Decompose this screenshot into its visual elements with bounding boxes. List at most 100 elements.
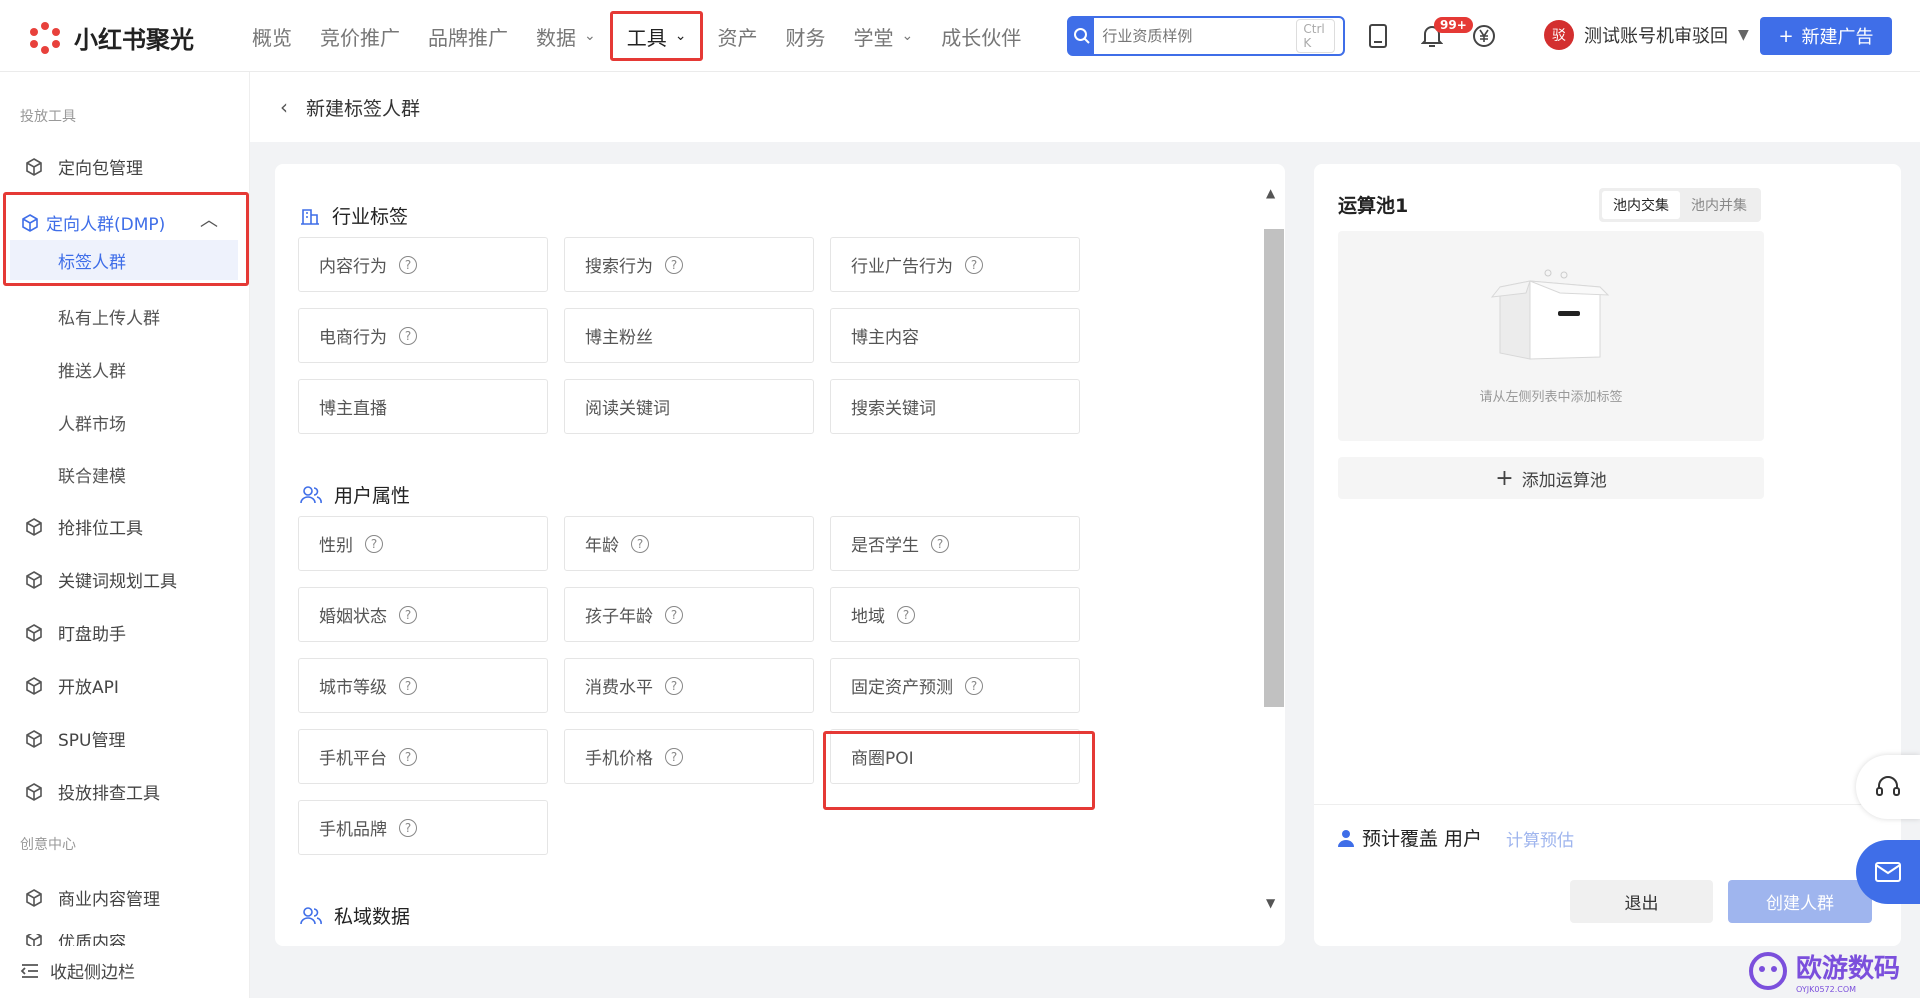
search-icon[interactable]: [1069, 18, 1095, 54]
tag-card-student[interactable]: 是否学生?: [830, 516, 1080, 571]
sidebar-item-push-audience[interactable]: 推送人群: [58, 357, 126, 382]
search-input[interactable]: [1094, 19, 1297, 53]
nav-data[interactable]: 数据 ⌄: [522, 11, 610, 61]
message-button[interactable]: [1856, 840, 1920, 904]
sidebar-item-troubleshoot[interactable]: 投放排查工具: [24, 779, 160, 804]
tag-card-city-tier[interactable]: 城市等级?: [298, 658, 548, 713]
sidebar-item-tag-audience[interactable]: 标签人群: [10, 240, 238, 280]
tag-label: 手机品牌: [319, 820, 387, 840]
tab-union[interactable]: 池内并集: [1680, 191, 1758, 219]
yuan-icon[interactable]: [1470, 22, 1498, 50]
tag-card-age[interactable]: 年龄?: [564, 516, 814, 571]
nav-finance[interactable]: 财务: [771, 11, 839, 61]
help-icon[interactable]: ?: [399, 326, 417, 345]
tag-card-fixed-assets[interactable]: 固定资产预测?: [830, 658, 1080, 713]
tag-label: 性别: [319, 536, 353, 556]
calculate-estimate-link[interactable]: 计算预估: [1506, 826, 1574, 851]
help-icon[interactable]: ?: [665, 605, 683, 624]
sidebar-item-label: 盯盘助手: [58, 625, 126, 645]
chevron-down-icon: ⌄: [901, 28, 914, 44]
help-icon[interactable]: ?: [399, 605, 417, 624]
tag-card-gender[interactable]: 性别?: [298, 516, 548, 571]
help-icon[interactable]: ?: [665, 747, 683, 766]
sidebar-item-rank-tool[interactable]: 抢排位工具: [24, 514, 143, 539]
sidebar-item-open-api[interactable]: 开放API: [24, 673, 119, 698]
tag-card-phone-brand[interactable]: 手机品牌?: [298, 800, 548, 855]
help-icon[interactable]: ?: [897, 605, 915, 624]
customer-service-button[interactable]: [1856, 755, 1920, 819]
tag-card-phone-platform[interactable]: 手机平台?: [298, 729, 548, 784]
scroll-down-icon[interactable]: ▼: [1266, 896, 1275, 910]
chevron-up-icon[interactable]: ︿: [200, 206, 218, 232]
nav-bidding[interactable]: 竞价推广: [306, 11, 414, 61]
brand-logo[interactable]: 小红书聚光: [28, 20, 194, 55]
help-icon[interactable]: ?: [665, 676, 683, 695]
tag-card-search-keywords[interactable]: 搜索关键词: [830, 379, 1080, 434]
nav-label: 品牌推广: [428, 25, 508, 50]
tag-label: 城市等级: [319, 678, 387, 698]
scrollbar[interactable]: ▲ ▼: [1260, 186, 1284, 916]
nav-partners[interactable]: 成长伙伴: [927, 11, 1035, 61]
tag-card-content-behavior[interactable]: 内容行为?: [298, 237, 548, 292]
nav-tools[interactable]: 工具 ⌄: [609, 11, 704, 61]
add-pool-button[interactable]: + 添加运算池: [1338, 457, 1764, 499]
divider: [1314, 804, 1901, 805]
sidebar-item-monitor-assistant[interactable]: 盯盘助手: [24, 620, 126, 645]
back-arrow-icon[interactable]: ‹: [280, 95, 288, 119]
tag-card-blogger-fans[interactable]: 博主粉丝: [564, 308, 814, 363]
sidebar-item-spu[interactable]: SPU管理: [24, 726, 126, 751]
operation-pool-panel: 运算池1 池内交集 池内并集 请从左侧列表中添加标签 + 添加运算池 预计覆盖 …: [1314, 164, 1901, 946]
tag-card-industry-ad-behavior[interactable]: 行业广告行为?: [830, 237, 1080, 292]
nav-overview[interactable]: 概览: [238, 11, 306, 61]
caret-down-icon: ▼: [1738, 27, 1749, 43]
sidebar-item-private-upload[interactable]: 私有上传人群: [58, 304, 160, 329]
scroll-thumb[interactable]: [1264, 229, 1284, 707]
help-icon[interactable]: ?: [631, 534, 649, 553]
help-icon[interactable]: ?: [399, 676, 417, 695]
sidebar-item-joint-modeling[interactable]: 联合建模: [58, 462, 126, 487]
sidebar-item-audience-market[interactable]: 人群市场: [58, 410, 126, 435]
watermark-logo-icon: [1749, 952, 1787, 990]
help-icon[interactable]: ?: [399, 747, 417, 766]
tag-card-marital[interactable]: 婚姻状态?: [298, 587, 548, 642]
tag-card-phone-price[interactable]: 手机价格?: [564, 729, 814, 784]
help-icon[interactable]: ?: [399, 818, 417, 837]
nav-assets[interactable]: 资产: [703, 11, 771, 61]
exit-button[interactable]: 退出: [1570, 880, 1713, 923]
tag-label: 年龄: [585, 536, 619, 556]
help-icon[interactable]: ?: [965, 255, 983, 274]
scroll-up-icon[interactable]: ▲: [1266, 186, 1275, 200]
tag-card-ecommerce-behavior[interactable]: 电商行为?: [298, 308, 548, 363]
help-icon[interactable]: ?: [365, 534, 383, 553]
help-icon[interactable]: ?: [965, 676, 983, 695]
sidebar-item-targeting-package[interactable]: 定向包管理: [24, 154, 143, 179]
sidebar-item-dmp[interactable]: 定向人群(DMP): [20, 210, 165, 235]
tab-intersect[interactable]: 池内交集: [1602, 191, 1680, 219]
tag-label: 内容行为: [319, 257, 387, 277]
help-icon[interactable]: ?: [931, 534, 949, 553]
empty-state: 请从左侧列表中添加标签: [1338, 231, 1764, 441]
create-audience-button[interactable]: 创建人群: [1728, 880, 1872, 923]
sidebar-item-quality-content[interactable]: 优质内容: [24, 934, 126, 946]
tag-card-search-behavior[interactable]: 搜索行为?: [564, 237, 814, 292]
tablet-icon[interactable]: [1364, 22, 1392, 50]
sidebar-item-label: 定向包管理: [58, 159, 143, 179]
collapse-sidebar-button[interactable]: 收起侧边栏: [20, 958, 135, 983]
sidebar-item-business-content[interactable]: 商业内容管理: [24, 885, 160, 910]
pool-title: 运算池1: [1338, 195, 1409, 217]
nav-label: 概览: [252, 25, 292, 50]
nav-brand[interactable]: 品牌推广: [414, 11, 522, 61]
tag-card-consumption[interactable]: 消费水平?: [564, 658, 814, 713]
help-icon[interactable]: ?: [665, 255, 683, 274]
tag-card-blogger-content[interactable]: 博主内容: [830, 308, 1080, 363]
group-title-label: 用户属性: [334, 485, 411, 507]
account-menu[interactable]: 驳 测试账号机审驳回 ▼: [1544, 20, 1749, 50]
nav-academy[interactable]: 学堂 ⌄: [839, 11, 927, 61]
tag-card-child-age[interactable]: 孩子年龄?: [564, 587, 814, 642]
tag-card-region[interactable]: 地域?: [830, 587, 1080, 642]
tag-card-blogger-live[interactable]: 博主直播: [298, 379, 548, 434]
new-ad-button[interactable]: + 新建广告: [1760, 17, 1892, 55]
help-icon[interactable]: ?: [399, 255, 417, 274]
tag-card-reading-keywords[interactable]: 阅读关键词: [564, 379, 814, 434]
sidebar-item-keyword-planner[interactable]: 关键词规划工具: [24, 567, 177, 592]
